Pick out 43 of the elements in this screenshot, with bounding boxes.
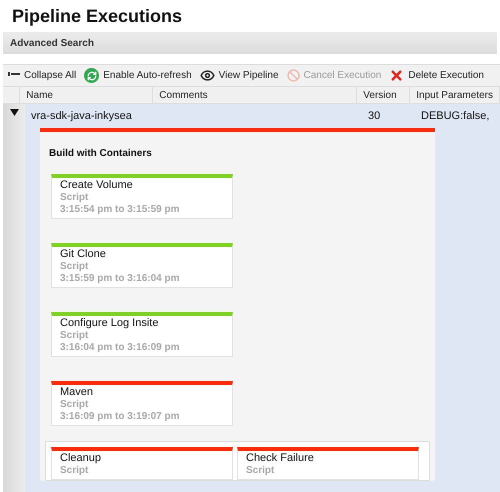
toolbar-button[interactable]: View Pipeline [200,68,279,83]
stage-name: Cleanup [60,451,102,465]
stage-time: 3:15:54 pm to 3:15:59 pm [60,204,180,216]
stage-time: 3:16:09 pm to 3:19:07 pm [60,411,180,423]
stage-type: Script [60,399,90,411]
eye-icon [200,68,215,83]
column-header[interactable]: Comments [153,87,358,103]
stage-name: Git Clone [60,247,107,261]
cancel-icon [286,69,300,82]
toolbar-button[interactable]: Delete Execution [389,68,484,83]
toolbar-button[interactable]: Enable Auto-refresh [84,68,192,83]
stage-card[interactable]: Git Clone Script 3:15:59 pm to 3:16:04 pm [51,243,233,288]
stage-type: Script [60,261,90,273]
stage-type: Script [60,330,90,342]
stage-type: Script [60,465,90,477]
stage-card[interactable]: Create Volume Script 3:15:54 pm to 3:15:59 pm [51,174,233,219]
stage-name: Check Failure [246,451,315,465]
table-row[interactable] [25,104,500,492]
toolbar-button[interactable]: Collapse All [8,68,76,83]
stage-card[interactable]: Configure Log Insite Script 3:16:04 pm to 3:16:09 pm [51,312,233,357]
stage-card[interactable]: Check Failure Script [237,447,419,480]
column-header[interactable]: Name [20,87,154,103]
close-icon [389,68,404,83]
refresh-icon [84,68,100,83]
table-cell: DEBUG:false, [421,110,490,122]
page-title: Pipeline Executions [12,4,182,28]
stage-type: Script [60,192,90,204]
stage-time: 3:15:59 pm to 3:16:04 pm [60,273,180,285]
stage-name: Configure Log Insite [60,316,160,330]
stage-card[interactable]: Cleanup Script [51,447,233,480]
stage-time: 3:16:04 pm to 3:16:09 pm [60,342,180,354]
advanced-search-label: Advanced Search [10,36,94,50]
table-cell: vra-sdk-java-inkysea [31,110,132,122]
expand-caret-icon[interactable] [10,109,18,116]
stage-type: Script [246,465,276,477]
stage-card[interactable]: Maven Script 3:16:09 pm to 3:19:07 pm [51,381,233,426]
column-header[interactable]: Input Parameters [410,87,500,103]
stage-name: Maven [60,385,94,399]
advanced-search-bar[interactable]: Advanced Search [3,32,497,54]
table-cell: 30 [368,110,380,122]
column-header[interactable]: Version [357,87,410,103]
stage-group-title: Build with Containers [49,148,152,159]
stage-name: Create Volume [60,178,134,192]
